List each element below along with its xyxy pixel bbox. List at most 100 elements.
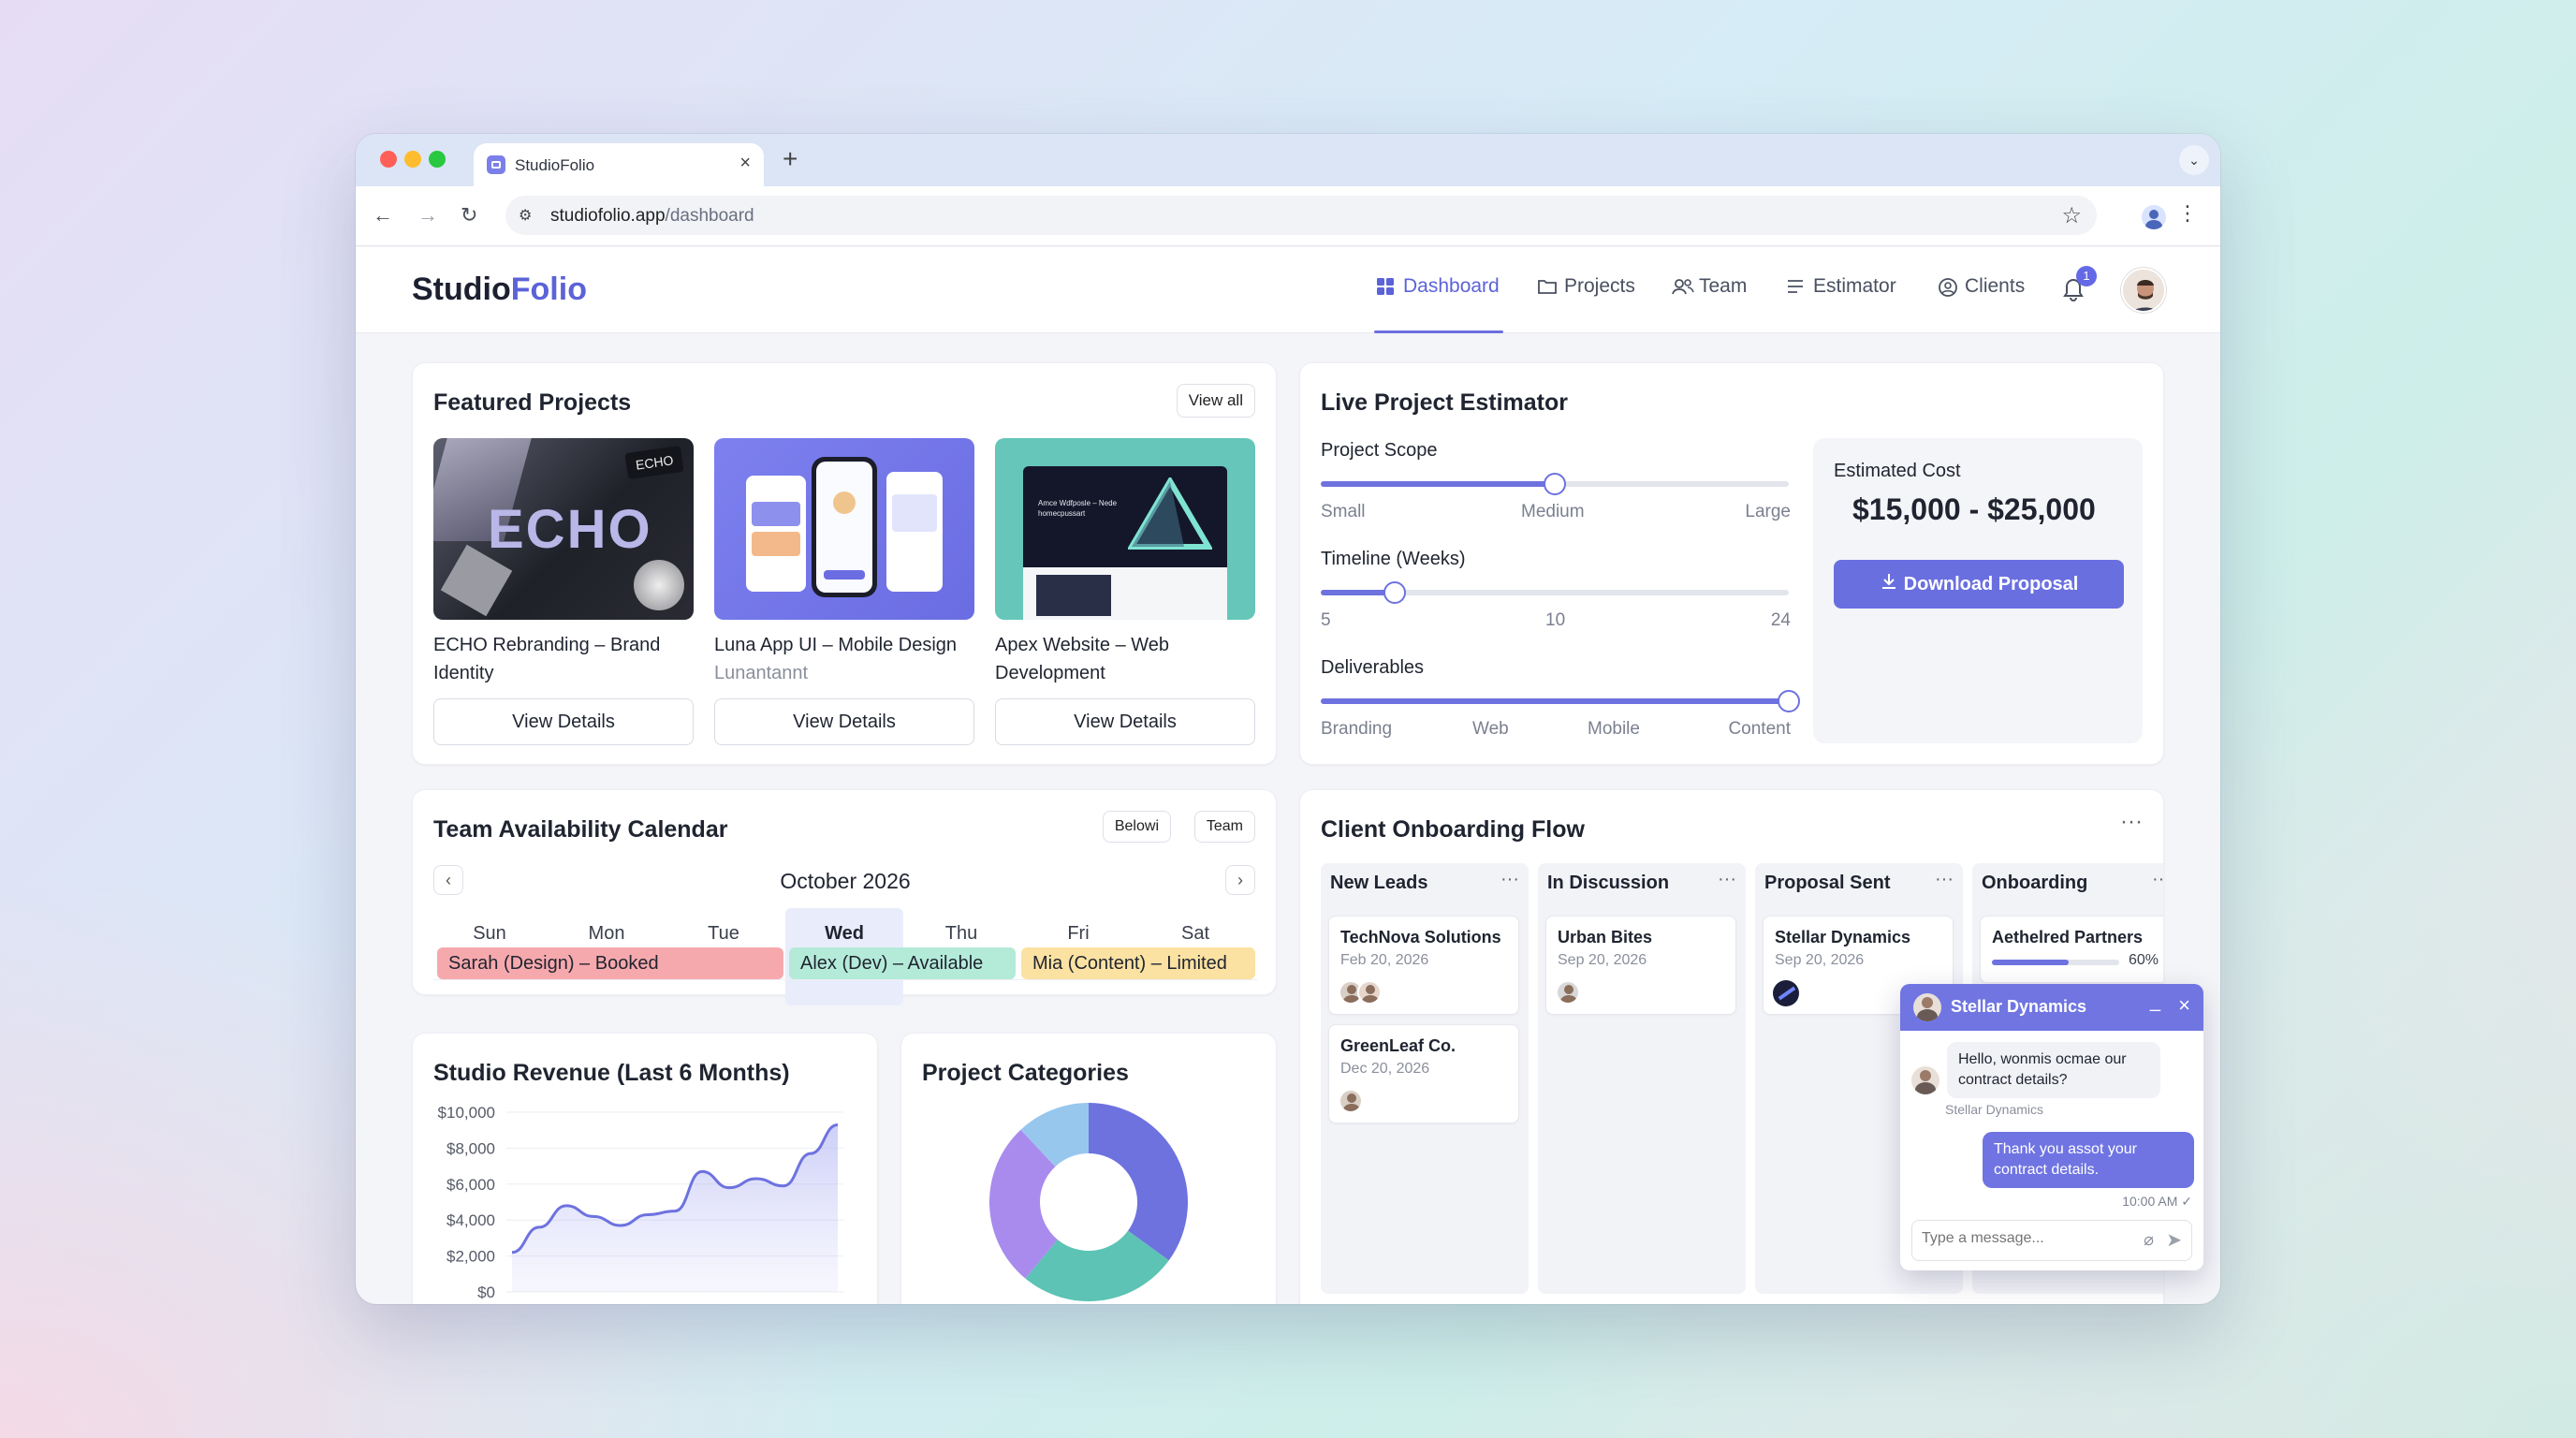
slider-tick: Large	[1745, 502, 1791, 521]
client-date: Sep 20, 2026	[1775, 952, 1865, 968]
cost-label: Estimated Cost	[1834, 461, 1961, 481]
deliverables-slider[interactable]	[1321, 690, 1800, 712]
nav-estimator[interactable]: Estimator	[1786, 275, 1896, 298]
client-name: GreenLeaf Co.	[1340, 1036, 1456, 1055]
slider-tick: 5	[1321, 610, 1331, 630]
nav-dashboard[interactable]: Dashboard	[1376, 275, 1500, 298]
incoming-message: Hello, wonmis ocmae our contract details…	[1947, 1042, 2160, 1098]
back-arrow-icon[interactable]: ←	[373, 203, 393, 227]
slider-handle[interactable]	[1778, 690, 1800, 712]
timeline-slider[interactable]	[1321, 581, 1789, 604]
user-avatar[interactable]	[2121, 268, 2166, 313]
column-menu-icon[interactable]: ···	[1500, 869, 1519, 890]
browser-tab[interactable]: StudioFolio ×	[474, 143, 764, 186]
weekday-label[interactable]: Sat	[1139, 923, 1251, 945]
minimize-chat-icon[interactable]: _	[2150, 991, 2160, 1013]
close-chat-icon[interactable]: ×	[2178, 993, 2190, 1018]
tab-search-chevron-icon[interactable]: ⌄	[2179, 145, 2209, 175]
view-details-button[interactable]: View Details	[433, 698, 694, 745]
minimize-window-button[interactable]	[404, 151, 421, 168]
close-tab-icon[interactable]: ×	[739, 153, 751, 174]
calendar-card: Team Availability Calendar Belowi Team ‹…	[412, 789, 1277, 1005]
filter-belowi[interactable]: Belowi	[1102, 811, 1171, 843]
browser-window: StudioFolio × + ⌄ ← → ↻ ⚙ studiofolio.ap…	[356, 134, 2220, 1304]
download-proposal-button[interactable]: Download Proposal	[1834, 560, 2124, 609]
slider-handle[interactable]	[1383, 581, 1406, 604]
next-month-button[interactable]: ›	[1225, 865, 1255, 895]
project-name: Apex Website – Web Development	[995, 635, 1170, 683]
y-tick-label: $10,000	[438, 1104, 495, 1122]
booking-alex[interactable]: Alex (Dev) – Available	[789, 947, 1016, 979]
client-card-technova[interactable]: TechNova Solutions Feb 20, 2026	[1328, 916, 1519, 1015]
thumb-tag: ECHO	[623, 445, 684, 480]
outgoing-message: Thank you assot your contract details.	[1983, 1132, 2194, 1188]
featured-projects-title: Featured Projects	[433, 389, 632, 416]
weekday-label-selected[interactable]: Wed	[788, 923, 900, 945]
view-details-button[interactable]: View Details	[995, 698, 1255, 745]
app-logo[interactable]: StudioFolio	[412, 271, 587, 308]
project-card-apex[interactable]: Amce Wdfposle – Nede homecpussart Apex W…	[995, 438, 1255, 687]
project-thumbnail[interactable]: ECHO ECHO	[433, 438, 694, 620]
mockup-phone	[812, 457, 877, 597]
slider-handle[interactable]	[1544, 473, 1566, 495]
weekday-label[interactable]: Tue	[667, 923, 780, 945]
weekday-label[interactable]: Mon	[550, 923, 663, 945]
users-icon	[1672, 277, 1694, 296]
url-text[interactable]: studiofolio.app/dashboard	[550, 206, 754, 227]
nav-team[interactable]: Team	[1672, 275, 1747, 298]
scope-slider[interactable]	[1321, 473, 1789, 495]
paperclip-icon[interactable]: ⌀	[2144, 1230, 2154, 1250]
view-details-button[interactable]: View Details	[714, 698, 974, 745]
client-date: Feb 20, 2026	[1340, 952, 1429, 968]
reload-icon[interactable]: ↻	[461, 203, 477, 227]
folder-icon	[1537, 277, 1557, 296]
booking-sarah[interactable]: Sarah (Design) – Booked	[437, 947, 783, 979]
weekday-label[interactable]: Fri	[1022, 923, 1134, 945]
y-tick-label: $2,000	[446, 1248, 495, 1266]
maximize-window-button[interactable]	[429, 151, 446, 168]
client-name: Aethelred Partners	[1992, 928, 2144, 946]
favicon-icon	[487, 155, 505, 174]
view-all-button[interactable]: View all	[1176, 384, 1255, 418]
client-card-aethelred[interactable]: Aethelred Partners 60%	[1980, 916, 2163, 983]
profile-icon[interactable]	[2142, 205, 2166, 229]
booking-mia[interactable]: Mia (Content) – Limited	[1021, 947, 1255, 979]
weekday-label[interactable]: Thu	[905, 923, 1017, 945]
bookmark-star-icon[interactable]: ☆	[2061, 202, 2082, 229]
client-name: Urban Bites	[1558, 928, 1653, 946]
new-tab-icon[interactable]: +	[783, 143, 798, 175]
address-bar[interactable]: ⚙ studiofolio.app/dashboard ☆	[505, 196, 2097, 235]
column-title: In Discussion	[1547, 873, 1670, 893]
project-card-luna[interactable]: Luna App UI – Mobile Design Lunantannt	[714, 438, 974, 687]
project-card-echo[interactable]: ECHO ECHO ECHO Rebranding – Brand Identi…	[433, 438, 694, 687]
nav-clients[interactable]: Clients	[1938, 275, 2025, 298]
project-subtitle: Lunantannt	[714, 663, 809, 683]
message-input[interactable]	[1922, 1230, 2118, 1247]
timeline-label: Timeline (Weeks)	[1321, 549, 1466, 569]
client-card-greenleaf[interactable]: GreenLeaf Co. Dec 20, 2026	[1328, 1024, 1519, 1123]
client-card-urban-bites[interactable]: Urban Bites Sep 20, 2026	[1545, 916, 1736, 1015]
nav-projects[interactable]: Projects	[1537, 275, 1635, 298]
notification-badge: 1	[2076, 266, 2097, 286]
browser-menu-icon[interactable]: ⋮	[2177, 201, 2198, 226]
chat-popup: Stellar Dynamics _ × Hello, wonmis ocmae…	[1900, 984, 2203, 1270]
close-window-button[interactable]	[380, 151, 397, 168]
slider-tick: 10	[1545, 610, 1566, 630]
forward-arrow-icon[interactable]: →	[417, 203, 438, 227]
column-menu-icon[interactable]: ···	[1718, 869, 1736, 890]
filter-team[interactable]: Team	[1193, 811, 1255, 843]
more-options-icon[interactable]: ···	[2120, 809, 2143, 835]
project-thumbnail[interactable]: Amce Wdfposle – Nede homecpussart	[995, 438, 1255, 620]
y-tick-label: $8,000	[446, 1139, 495, 1157]
slider-tick: Small	[1321, 502, 1366, 521]
tab-bar: StudioFolio × + ⌄	[356, 134, 2220, 186]
column-title: Onboarding	[1982, 873, 2088, 893]
chat-contact-name: Stellar Dynamics	[1951, 997, 2087, 1016]
site-settings-icon[interactable]: ⚙	[519, 206, 532, 225]
weekday-label[interactable]: Sun	[433, 923, 546, 945]
project-thumbnail[interactable]	[714, 438, 974, 620]
column-menu-icon[interactable]: ···	[2152, 869, 2163, 890]
cost-value: $15,000 - $25,000	[1852, 492, 2096, 526]
column-menu-icon[interactable]: ···	[1935, 869, 1954, 890]
send-icon[interactable]: ➤	[2166, 1228, 2182, 1252]
